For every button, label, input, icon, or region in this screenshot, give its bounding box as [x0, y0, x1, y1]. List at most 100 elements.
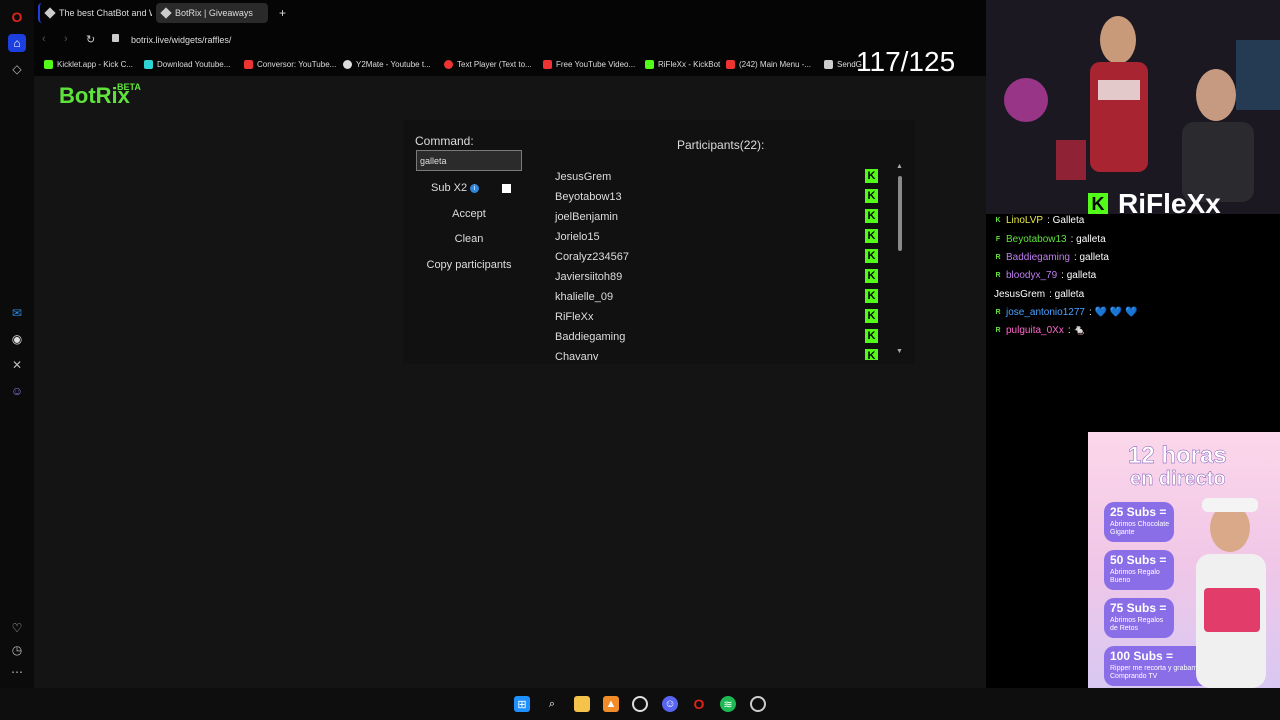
- info-icon[interactable]: i: [470, 184, 479, 193]
- participant-name: khalielle_09: [555, 291, 614, 303]
- participant-name: joelBenjamin: [555, 211, 618, 223]
- poster-title: 12 horas: [1128, 442, 1227, 469]
- discord-taskbar-icon[interactable]: ☺: [662, 696, 678, 712]
- search-icon[interactable]: ⌕: [544, 696, 560, 712]
- chat-message: R Baddiegaming: galleta: [994, 252, 1109, 263]
- tab-giveaways[interactable]: BotRix | Giveaways: [156, 3, 268, 23]
- home-icon[interactable]: ⌂: [8, 34, 26, 52]
- chat-user: pulguita_0Xx: [1006, 325, 1064, 336]
- chat-text: : galleta: [1049, 289, 1085, 300]
- kick-icon: K: [865, 309, 878, 323]
- bookmark-item[interactable]: Free YouTube Video...: [543, 60, 635, 69]
- chat-text: : Galleta: [1047, 215, 1085, 226]
- chat-text: : 💙 💙 💙: [1088, 307, 1138, 318]
- chat-user: LinoLVP: [1006, 215, 1044, 226]
- poster-subtitle: en directo: [1130, 468, 1226, 490]
- tab-chatbot[interactable]: The best ChatBot and Wi...: [38, 3, 152, 23]
- command-label: Command:: [415, 134, 474, 148]
- participant-name: Baddiegaming: [555, 331, 626, 343]
- chat-badge-icon: R: [995, 309, 1001, 316]
- settings-icon[interactable]: [750, 696, 766, 712]
- kick-logo-icon: K: [1088, 193, 1108, 215]
- chat-badge-icon: R: [995, 327, 1001, 334]
- botrix-favicon-icon: [44, 7, 56, 19]
- chat-message: Rpulguita_0Xx: 🐁: [994, 325, 1086, 336]
- new-tab-button[interactable]: +: [276, 3, 290, 23]
- windows-start-icon[interactable]: ⊞: [514, 696, 530, 712]
- command-input[interactable]: [416, 150, 522, 171]
- beta-badge: BETA: [117, 82, 141, 92]
- messenger-icon[interactable]: ✉: [8, 304, 26, 322]
- kick-icon: K: [865, 329, 878, 343]
- opera-logo-icon[interactable]: O: [8, 8, 26, 26]
- chat-user: Baddiegaming: [1006, 252, 1070, 263]
- bookmark-item[interactable]: Text Player (Text to...: [444, 60, 532, 69]
- chat-text: : galleta: [1061, 270, 1097, 281]
- app-icon[interactable]: ▲: [603, 696, 619, 712]
- streamer-photo: [1196, 498, 1266, 688]
- tab-strip: The best ChatBot and Wi... BotRix | Give…: [34, 0, 986, 26]
- file-explorer-icon[interactable]: [574, 696, 590, 712]
- url-field[interactable]: botrix.live/widgets/raffles/: [131, 35, 231, 45]
- participant-row: Beyotabow13 K: [541, 186, 881, 206]
- obs-icon[interactable]: [632, 696, 648, 712]
- whatsapp-icon[interactable]: ◉: [8, 330, 26, 348]
- chat-badge-icon: K: [995, 217, 1001, 224]
- copy-participants-button[interactable]: Copy participants: [416, 255, 522, 275]
- x-twitter-icon[interactable]: ✕: [8, 356, 26, 374]
- more-icon[interactable]: ⋯: [8, 663, 26, 681]
- scroll-up-icon[interactable]: ▲: [896, 163, 903, 170]
- participant-row: Chavany K: [541, 346, 881, 360]
- opera-taskbar-icon[interactable]: O: [691, 696, 707, 712]
- bookmark-icon: [824, 60, 833, 69]
- bookmark-item[interactable]: Download Youtube...: [144, 60, 230, 69]
- forward-icon[interactable]: ›: [64, 33, 68, 45]
- back-icon[interactable]: ‹: [42, 33, 46, 45]
- bookmarks-bar: Kicklet.app - Kick C... Download Youtube…: [34, 54, 986, 76]
- participant-row: JesusGrem K: [541, 166, 881, 186]
- sub-x2-label: Sub X2: [431, 182, 468, 194]
- spotify-icon[interactable]: ≋: [720, 696, 736, 712]
- participant-row: Javiersiitoh89 K: [541, 266, 881, 286]
- scrollbar-thumb[interactable]: [898, 176, 902, 251]
- bookmark-item[interactable]: Conversor: YouTube...: [244, 60, 336, 69]
- chat-message: Rjose_antonio1277: 💙 💙 💙: [994, 307, 1137, 318]
- bookmark-icon: [645, 60, 654, 69]
- bookmark-icon: [244, 60, 253, 69]
- bookmark-item[interactable]: Y2Mate - Youtube t...: [343, 60, 431, 69]
- goal-card: 25 Subs = Abrimos Chocolate Gigante: [1104, 502, 1174, 542]
- participant-row: Baddiegaming K: [541, 326, 881, 346]
- botrix-favicon-icon: [160, 7, 172, 19]
- chat-user: Beyotabow13: [1006, 234, 1067, 245]
- reload-icon[interactable]: ↻: [86, 33, 95, 46]
- participant-name: RiFleXx: [555, 311, 594, 323]
- bookmark-item[interactable]: Kicklet.app - Kick C...: [44, 60, 133, 69]
- sub-x2-checkbox[interactable]: [502, 184, 511, 193]
- bookmark-icon: [543, 60, 552, 69]
- chat-user: JesusGrem: [994, 289, 1046, 300]
- participant-name: JesusGrem: [555, 171, 612, 183]
- chat-message: JesusGrem: galleta: [994, 289, 1084, 300]
- participant-name: Chavany: [555, 351, 599, 360]
- bookmark-item[interactable]: (242) Main Menu -...: [726, 60, 811, 69]
- history-icon[interactable]: ◷: [8, 641, 26, 659]
- bookmark-item[interactable]: RiFleXx - KickBot: [645, 60, 720, 69]
- tab-title: The best ChatBot and Wi...: [59, 8, 152, 18]
- clean-button[interactable]: Clean: [416, 229, 522, 249]
- chat-badge-icon: R: [995, 272, 1001, 279]
- webcam-image: [986, 0, 1280, 218]
- bookmark-icon: [44, 60, 53, 69]
- spaces-icon[interactable]: ◇: [8, 60, 26, 78]
- participant-row: RiFleXx K: [541, 306, 881, 326]
- accept-button[interactable]: Accept: [416, 204, 522, 224]
- chat-text: : 🐁: [1067, 325, 1086, 336]
- bookmark-icon: [343, 60, 352, 69]
- discord-icon[interactable]: ☺: [8, 382, 26, 400]
- kick-icon: K: [865, 289, 878, 303]
- kick-icon: K: [865, 249, 878, 263]
- participant-row: khalielle_09 K: [541, 286, 881, 306]
- participant-name: Coralyz234567: [555, 251, 629, 263]
- browser-sidebar: O ⌂ ◇ ✉ ◉ ✕ ☺ ♡ ◷ ⋯: [0, 0, 34, 688]
- heart-icon[interactable]: ♡: [8, 619, 26, 637]
- scroll-down-icon[interactable]: ▼: [896, 348, 903, 355]
